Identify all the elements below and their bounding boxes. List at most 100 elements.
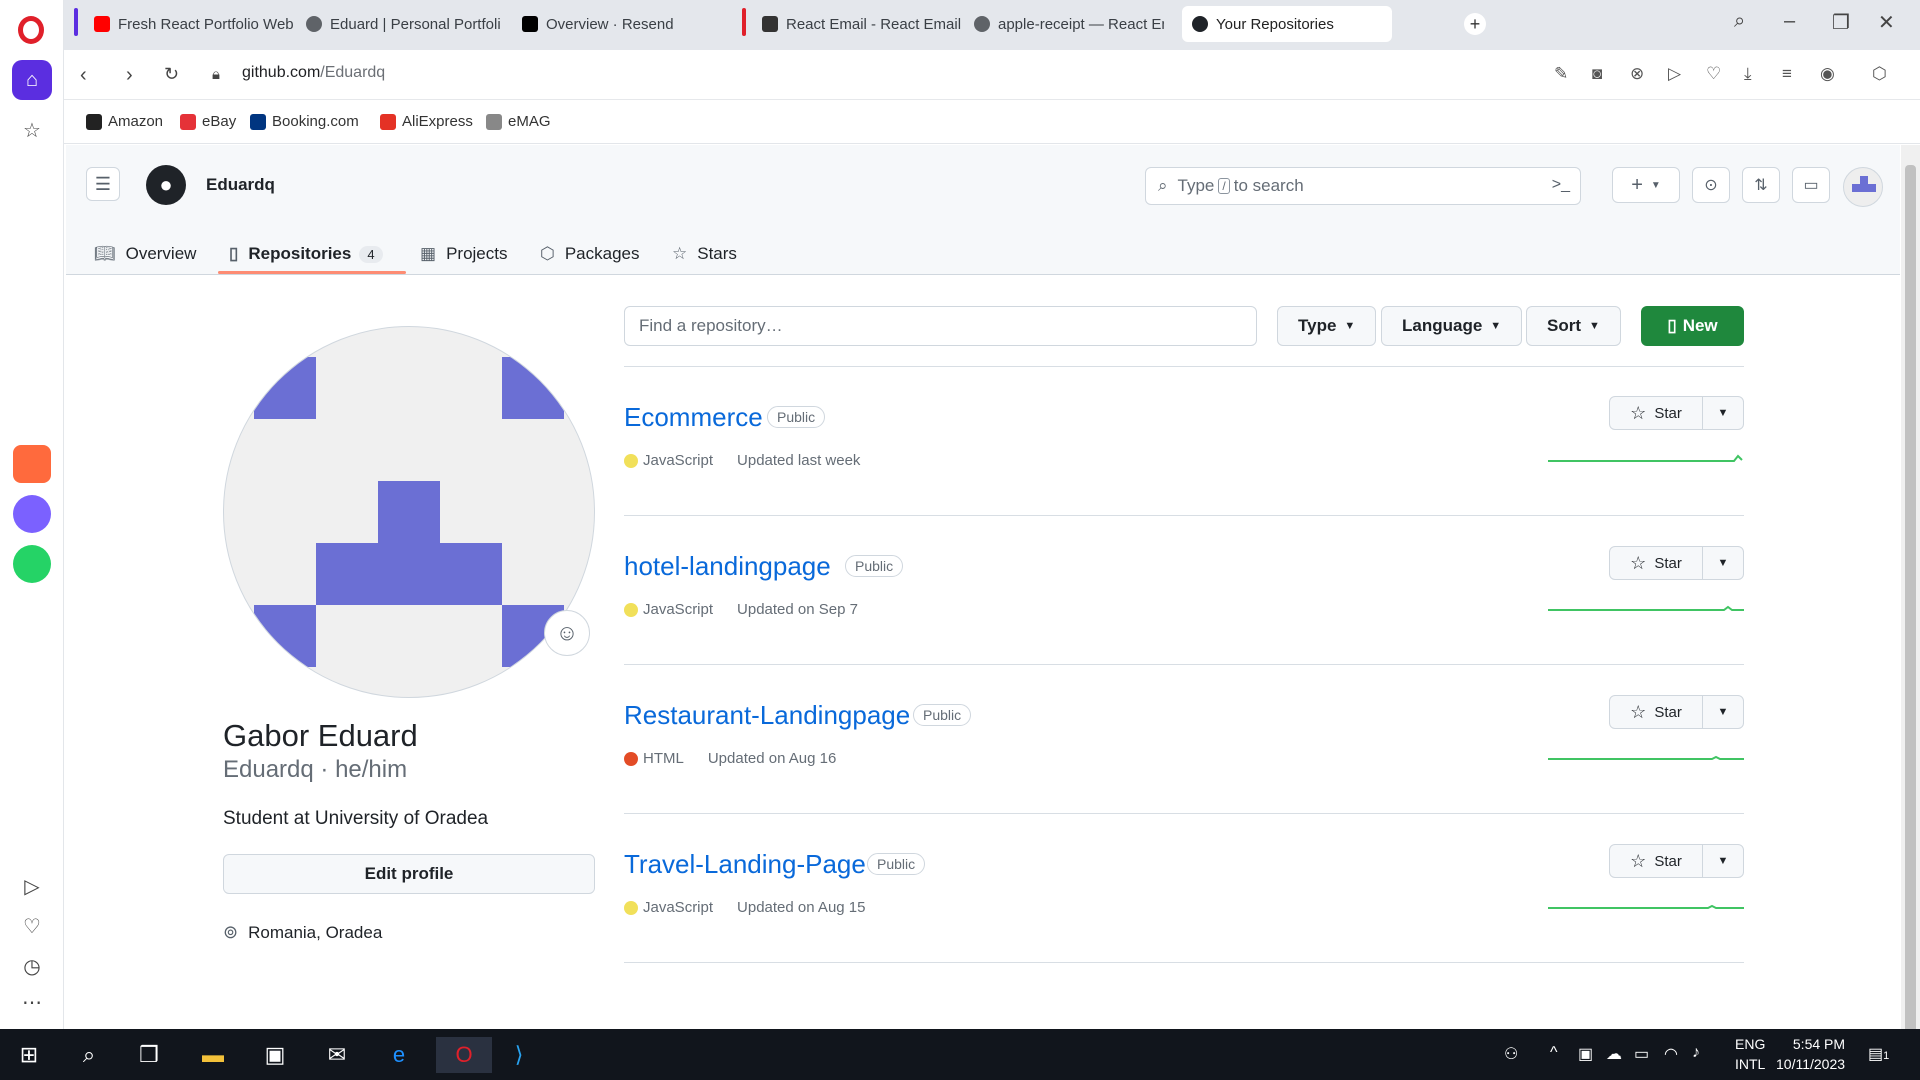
bookmark-amazon[interactable]: Amazon	[86, 113, 163, 130]
vscode-icon[interactable]: ⟩	[500, 1037, 538, 1073]
repo-link[interactable]: hotel-landingpage	[624, 551, 831, 582]
search-input[interactable]: ⌕ Type / to search >_	[1145, 167, 1581, 205]
browser-tab-active[interactable]: Your Repositories	[1182, 6, 1392, 42]
star-button[interactable]: ☆ Star ▼	[1609, 546, 1744, 580]
language-filter-button[interactable]: Language ▼	[1381, 306, 1523, 346]
opera-logo-icon[interactable]	[18, 16, 44, 44]
star-list-dropdown-icon[interactable]: ▼	[1703, 557, 1743, 569]
tab-overview[interactable]: 📖︎ Overview	[94, 233, 196, 275]
browser-tab[interactable]: Eduard | Personal Portfolio	[296, 6, 501, 42]
notification-count: 1	[1883, 1050, 1890, 1062]
extensions-icon[interactable]: ⬡	[1872, 64, 1887, 84]
edit-profile-button[interactable]: Edit profile	[223, 854, 595, 894]
home-icon[interactable]: ⌂	[12, 60, 52, 100]
star-button[interactable]: ☆ Star ▼	[1609, 396, 1744, 430]
downloads-icon[interactable]: ⤓	[1744, 64, 1752, 84]
minimize-icon[interactable]: –	[1784, 10, 1795, 33]
whatsapp-icon[interactable]	[12, 544, 52, 584]
adblock-icon[interactable]: ⊗	[1630, 64, 1644, 84]
store-icon[interactable]: ▣	[256, 1037, 294, 1073]
new-tab-button[interactable]: +	[1464, 13, 1486, 35]
pull-requests-icon[interactable]: ⇅	[1742, 167, 1780, 203]
star-button[interactable]: ☆ Star ▼	[1609, 695, 1744, 729]
create-new-button[interactable]: + ▼	[1612, 167, 1680, 203]
aria-app-icon[interactable]	[12, 444, 52, 484]
page-scrollbar[interactable]	[1901, 145, 1920, 1033]
sort-button[interactable]: Sort ▼	[1526, 306, 1621, 346]
share-icon[interactable]: ✎	[1554, 64, 1568, 84]
network-off-icon[interactable]: ☁	[1606, 1044, 1622, 1064]
wifi-icon[interactable]: ◠	[1664, 1044, 1678, 1064]
volume-icon[interactable]: ♪	[1692, 1044, 1700, 1062]
command-palette-icon[interactable]: >_	[1552, 176, 1570, 194]
restore-icon[interactable]: ❐	[1832, 10, 1850, 35]
repo-link[interactable]: Travel-Landing-Page	[624, 849, 866, 880]
inbox-icon[interactable]: ▭	[1792, 167, 1830, 203]
people-icon[interactable]: ⚇	[1504, 1044, 1518, 1064]
battery-icon[interactable]: ▭	[1634, 1044, 1649, 1064]
easy-setup-icon[interactable]: ≡	[1782, 64, 1792, 84]
profile-avatar[interactable]	[223, 326, 595, 698]
tab-repositories[interactable]: ▯ Repositories 4	[229, 233, 383, 275]
header-username[interactable]: Eduardq	[206, 175, 275, 195]
windows-start-icon[interactable]: ⊞	[10, 1037, 48, 1073]
star-toggle[interactable]: ☆ Star	[1610, 547, 1703, 579]
camera-icon[interactable]: ◙	[1592, 64, 1602, 84]
browser-tab[interactable]: Overview · Resend	[512, 6, 722, 42]
heart-icon[interactable]: ♡	[1706, 64, 1721, 84]
profile-icon[interactable]: ◉	[1820, 64, 1835, 84]
browser-tab[interactable]: Fresh React Portfolio Web	[84, 6, 294, 42]
star-list-dropdown-icon[interactable]: ▼	[1703, 855, 1743, 867]
scrollbar-thumb[interactable]	[1905, 165, 1916, 1033]
star-button[interactable]: ☆ Star ▼	[1609, 844, 1744, 878]
chevron-up-icon[interactable]: ^	[1550, 1044, 1558, 1062]
browser-tab[interactable]: React Email - React Email	[752, 6, 962, 42]
find-repository-input[interactable]: Find a repository…	[624, 306, 1257, 346]
tab-stars[interactable]: ☆ Stars	[672, 233, 737, 275]
history-icon[interactable]: ◷	[12, 946, 52, 986]
star-toggle[interactable]: ☆ Star	[1610, 696, 1703, 728]
github-logo-icon[interactable]: ●	[146, 165, 186, 205]
bookmark-ebay[interactable]: eBay	[180, 113, 236, 130]
forward-icon[interactable]: ›	[126, 64, 133, 87]
search-tabs-icon[interactable]: ⌕	[1734, 10, 1745, 33]
opera-taskbar-icon[interactable]: O	[436, 1037, 492, 1073]
close-icon[interactable]: ✕	[1878, 10, 1895, 35]
mail-icon[interactable]: ✉	[318, 1037, 356, 1073]
type-filter-button[interactable]: Type ▼	[1277, 306, 1377, 346]
messenger-icon[interactable]	[12, 494, 52, 534]
tab-projects[interactable]: ▦ Projects	[420, 233, 507, 275]
reload-icon[interactable]: ↻	[164, 64, 179, 85]
file-explorer-icon[interactable]: ▬	[194, 1037, 232, 1073]
system-clock[interactable]: 5:54 PM 10/11/2023	[1776, 1034, 1845, 1074]
heart-icon[interactable]: ♡	[12, 906, 52, 946]
star-list-dropdown-icon[interactable]: ▼	[1703, 407, 1743, 419]
menu-icon[interactable]: ☰	[86, 167, 120, 201]
repo-link[interactable]: Ecommerce	[624, 402, 763, 433]
star-toggle[interactable]: ☆ Star	[1610, 845, 1703, 877]
star-icon[interactable]: ☆	[12, 110, 52, 150]
task-view-icon[interactable]: ❒	[130, 1037, 168, 1073]
new-repository-button[interactable]: ▯ New	[1641, 306, 1744, 346]
tab-packages[interactable]: ⬡ Packages	[540, 233, 640, 275]
star-toggle[interactable]: ☆ Star	[1610, 397, 1703, 429]
search-icon[interactable]: ⌕	[70, 1037, 108, 1073]
repo-link[interactable]: Restaurant-Landingpage	[624, 700, 910, 731]
player-icon[interactable]: ▷	[12, 866, 52, 906]
set-status-smiley-icon[interactable]: ☺	[544, 610, 590, 656]
notifications-icon[interactable]: ▤1	[1868, 1044, 1889, 1064]
user-avatar[interactable]	[1843, 167, 1883, 207]
bookmark-aliexpress[interactable]: AliExpress	[380, 113, 473, 130]
star-list-dropdown-icon[interactable]: ▼	[1703, 706, 1743, 718]
edge-icon[interactable]: e	[380, 1037, 418, 1073]
input-language[interactable]: ENG INTL	[1735, 1034, 1765, 1074]
flow-icon[interactable]: ▷	[1668, 64, 1681, 84]
issues-icon[interactable]: ⊙	[1692, 167, 1730, 203]
bookmark-emag[interactable]: eMAG	[486, 113, 551, 130]
back-icon[interactable]: ‹	[80, 64, 87, 87]
bookmark-booking[interactable]: Booking.com	[250, 113, 359, 130]
more-icon[interactable]: ⋯	[12, 982, 52, 1022]
antivirus-icon[interactable]: ▣	[1578, 1044, 1593, 1064]
browser-tab[interactable]: apple-receipt — React Em	[964, 6, 1164, 42]
url-field[interactable]: github.com/Eduardq	[242, 64, 385, 82]
